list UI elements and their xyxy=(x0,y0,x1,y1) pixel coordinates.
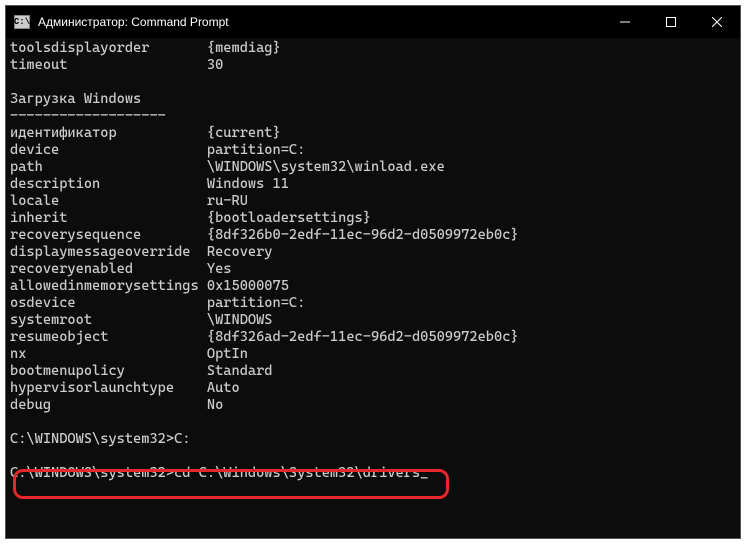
maximize-button[interactable] xyxy=(648,6,694,38)
current-command[interactable]: cd C:\Windows\System32\drivers xyxy=(174,465,420,481)
current-prompt-line: C:\WINDOWS\system32>cd C:\Windows\System… xyxy=(10,465,736,482)
terminal-line: description Windows 11 xyxy=(10,176,736,193)
terminal-line: hypervisorlaunchtype Auto xyxy=(10,380,736,397)
window-titlebar[interactable]: C:\ Администратор: Command Prompt xyxy=(6,6,740,38)
terminal-line: toolsdisplayorder {memdiag} xyxy=(10,40,736,57)
terminal-content[interactable]: toolsdisplayorder {memdiag}timeout 30 За… xyxy=(6,38,740,538)
terminal-line: recoverysequence {8df326b0-2edf-11ec-96d… xyxy=(10,227,736,244)
terminal-line: locale ru-RU xyxy=(10,193,736,210)
terminal-line: systemroot \WINDOWS xyxy=(10,312,736,329)
terminal-line: Загрузка Windows xyxy=(10,91,736,108)
terminal-line: timeout 30 xyxy=(10,57,736,74)
terminal-line: идентификатор {current} xyxy=(10,125,736,142)
window-controls xyxy=(602,6,740,38)
terminal-line: resumeobject {8df326ad-2edf-11ec-96d2-d0… xyxy=(10,329,736,346)
cursor-icon: _ xyxy=(420,465,428,482)
terminal-line: device partition=C: xyxy=(10,142,736,159)
terminal-line: debug No xyxy=(10,397,736,414)
terminal-line: nx OptIn xyxy=(10,346,736,363)
minimize-button[interactable] xyxy=(602,6,648,38)
terminal-line: ------------------- xyxy=(10,108,736,125)
terminal-line xyxy=(10,414,736,431)
prompt-text: C:\WINDOWS\system32> xyxy=(10,465,174,481)
window-title: Администратор: Command Prompt xyxy=(38,15,602,29)
cmd-icon: C:\ xyxy=(14,15,30,29)
terminal-line: osdevice partition=C: xyxy=(10,295,736,312)
terminal-line: path \WINDOWS\system32\winload.exe xyxy=(10,159,736,176)
terminal-line: recoveryenabled Yes xyxy=(10,261,736,278)
terminal-line: inherit {bootloadersettings} xyxy=(10,210,736,227)
close-button[interactable] xyxy=(694,6,740,38)
terminal-line: bootmenupolicy Standard xyxy=(10,363,736,380)
terminal-line: allowedinmemorysettings 0x15000075 xyxy=(10,278,736,295)
command-prompt-window: C:\ Администратор: Command Prompt toolsd… xyxy=(5,5,741,539)
terminal-line: displaymessageoverride Recovery xyxy=(10,244,736,261)
terminal-line: C:\WINDOWS\system32>C: xyxy=(10,431,736,448)
terminal-line xyxy=(10,74,736,91)
terminal-line xyxy=(10,448,736,465)
